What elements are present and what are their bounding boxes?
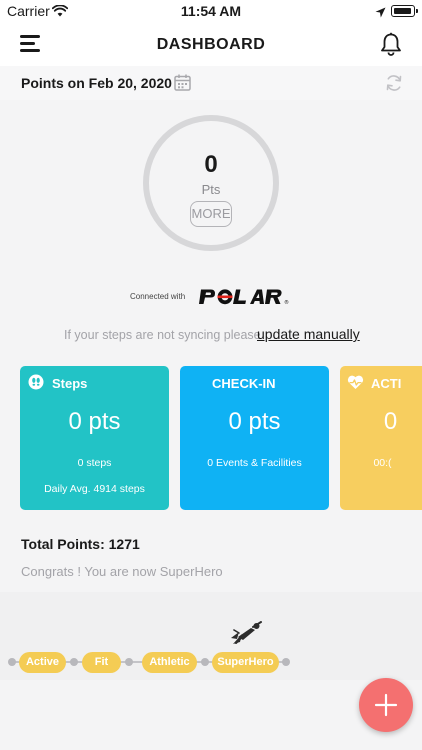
points-unit: Pts — [201, 182, 221, 197]
refresh-icon[interactable] — [384, 73, 404, 98]
steps-card-points: 0 pts — [68, 408, 121, 435]
level-superhero[interactable]: SuperHero — [212, 652, 279, 673]
level-dot — [201, 658, 209, 666]
points-header: Points on Feb 20, 2020 — [0, 66, 422, 100]
page-title: DASHBOARD — [156, 36, 266, 53]
steps-card-daily-average: Daily Avg. 4914 steps — [44, 483, 145, 495]
sync-hint-text: If your steps are not syncing please — [64, 328, 261, 342]
points-cards-carousel[interactable]: Steps 0 pts 0 steps Daily Avg. 4914 step… — [0, 366, 422, 510]
connected-with-label: Connected with — [130, 292, 186, 301]
superhero-icon — [229, 620, 263, 651]
update-manually-link[interactable]: update manually — [257, 326, 360, 342]
points-date-label: Points on Feb 20, 2020 — [21, 75, 172, 91]
polar-logo: ® — [199, 288, 291, 311]
checkin-card-title: CHECK-IN — [212, 376, 276, 391]
level-progress: Active Fit Athletic SuperHero — [0, 592, 422, 680]
status-bar: Carrier 11:54 AM — [0, 0, 422, 22]
steps-icon — [28, 374, 44, 395]
level-athletic[interactable]: Athletic — [142, 652, 197, 673]
points-ring: 0 Pts MORE — [143, 115, 279, 251]
checkin-card-count: 0 Events & Facilities — [207, 457, 302, 469]
bell-icon[interactable] — [380, 32, 402, 61]
active-card[interactable]: ACTI 0 00:( — [340, 366, 422, 510]
checkin-card-points: 0 pts — [228, 408, 281, 435]
active-card-points: 0 — [383, 408, 398, 435]
status-time: 11:54 AM — [180, 3, 242, 19]
heart-pulse-icon — [347, 375, 364, 395]
battery-icon — [391, 5, 418, 17]
level-active[interactable]: Active — [19, 652, 66, 673]
active-card-title: ACTI — [371, 376, 402, 391]
steps-card-count: 0 steps — [77, 457, 112, 469]
location-arrow-icon — [375, 5, 386, 21]
more-button[interactable]: MORE — [190, 201, 232, 227]
level-fit[interactable]: Fit — [82, 652, 121, 673]
level-dot — [70, 658, 78, 666]
steps-card[interactable]: Steps 0 pts 0 steps Daily Avg. 4914 step… — [20, 366, 169, 510]
calendar-icon[interactable] — [174, 74, 191, 96]
congrats-message: Congrats ! You are now SuperHero — [21, 564, 223, 579]
checkin-card[interactable]: CHECK-IN 0 pts 0 Events & Facilities — [180, 366, 329, 510]
plus-icon — [374, 693, 398, 717]
active-card-duration: 00:( — [373, 457, 392, 469]
points-value: 0 — [204, 151, 218, 178]
svg-text:®: ® — [284, 299, 289, 306]
level-dot — [125, 658, 133, 666]
level-dot — [282, 658, 290, 666]
total-points: Total Points: 1271 — [21, 536, 140, 552]
level-dot — [8, 658, 16, 666]
add-button[interactable] — [359, 678, 413, 732]
steps-card-title: Steps — [52, 376, 88, 391]
nav-bar: DASHBOARD — [0, 22, 422, 66]
